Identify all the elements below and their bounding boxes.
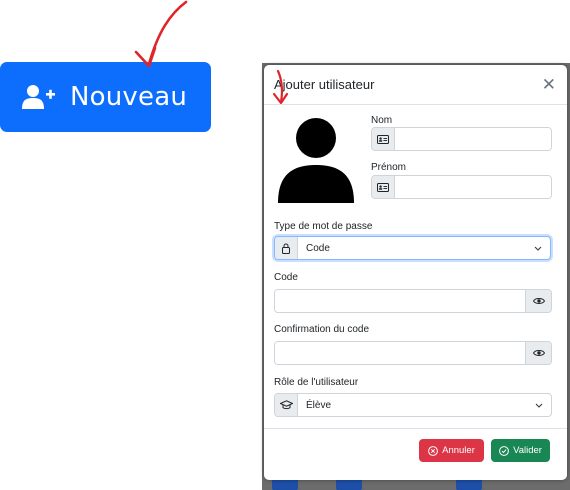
code-confirm-input-group bbox=[274, 341, 552, 365]
modal-header: Ajouter utilisateur ✕ bbox=[264, 65, 567, 105]
modal-title: Ajouter utilisateur bbox=[274, 77, 375, 92]
code-confirm-label: Confirmation du code bbox=[274, 324, 370, 335]
lock-icon bbox=[275, 237, 298, 259]
prenom-label: Prénom bbox=[371, 162, 407, 173]
prenom-field[interactable] bbox=[395, 176, 551, 198]
add-user-modal: Ajouter utilisateur ✕ Nom Prénom Type de… bbox=[264, 65, 567, 480]
nom-label: Nom bbox=[371, 115, 393, 126]
code-field[interactable] bbox=[275, 290, 525, 312]
screen: Nouveau e Ajouter utilisateur ✕ Nom Prén… bbox=[0, 0, 570, 490]
code-label: Code bbox=[274, 272, 298, 283]
code-confirm-field[interactable] bbox=[275, 342, 525, 364]
new-user-button-label: Nouveau bbox=[70, 82, 188, 112]
role-value: Élève bbox=[306, 399, 332, 411]
cancel-circle-icon bbox=[428, 445, 439, 456]
user-plus-icon bbox=[22, 82, 56, 112]
prenom-input-group bbox=[371, 175, 552, 199]
chevron-down-icon bbox=[535, 403, 543, 408]
confirm-button-label: Valider bbox=[513, 445, 542, 456]
code-input-group bbox=[274, 289, 552, 313]
password-type-value: Code bbox=[306, 242, 330, 254]
modal-footer: Annuler Valider bbox=[264, 428, 567, 480]
cancel-button[interactable]: Annuler bbox=[419, 439, 484, 462]
eye-icon[interactable] bbox=[525, 290, 551, 312]
chevron-down-icon bbox=[534, 246, 542, 251]
graduation-cap-icon bbox=[275, 394, 298, 416]
cancel-button-label: Annuler bbox=[442, 445, 475, 456]
nom-input-group bbox=[371, 127, 552, 151]
check-circle-icon bbox=[499, 445, 509, 456]
user-avatar-icon bbox=[278, 118, 354, 203]
password-type-select[interactable]: Code bbox=[274, 236, 551, 260]
password-type-label: Type de mot de passe bbox=[274, 221, 373, 232]
nom-field[interactable] bbox=[395, 128, 551, 150]
role-select[interactable]: Élève bbox=[274, 393, 552, 417]
role-value-box[interactable]: Élève bbox=[298, 394, 551, 416]
password-type-value-box[interactable]: Code bbox=[298, 237, 550, 259]
role-label: Rôle de l'utilisateur bbox=[274, 377, 359, 388]
eye-icon[interactable] bbox=[525, 342, 551, 364]
confirm-button[interactable]: Valider bbox=[491, 439, 550, 462]
id-card-icon bbox=[372, 128, 395, 150]
id-card-icon bbox=[372, 176, 395, 198]
close-icon[interactable]: ✕ bbox=[542, 76, 556, 93]
new-user-button[interactable]: Nouveau bbox=[0, 62, 211, 132]
